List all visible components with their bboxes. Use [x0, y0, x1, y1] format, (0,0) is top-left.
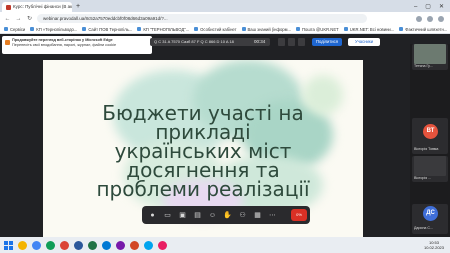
menu-icon[interactable] [438, 15, 444, 22]
profile-icon[interactable] [427, 15, 433, 22]
reactions-icon[interactable]: ☺ [208, 211, 217, 220]
participant-tile[interactable]: ВТ Вікторія Товма [412, 118, 448, 154]
bookmark-item[interactable]: Особистий кабінет [194, 27, 237, 32]
screen-share-icon[interactable]: ▣ [178, 211, 187, 220]
edge-promo-notice[interactable]: Продовжуйте перегляд веб-сторінок у Micr… [2, 36, 152, 54]
bookmark-favicon-icon [295, 27, 300, 31]
word-icon[interactable] [74, 240, 83, 250]
reload-icon[interactable]: ↻ [26, 15, 33, 22]
slide-title: Бюджети участі на прикладі українських м… [96, 101, 310, 201]
site-favicon-icon [6, 4, 11, 10]
layout-icon[interactable] [278, 38, 285, 46]
more-icon[interactable]: ⋯ [268, 211, 277, 220]
fullscreen-icon[interactable] [288, 38, 295, 46]
participant-video [414, 44, 446, 64]
file-explorer-icon[interactable] [18, 240, 27, 250]
screen-share-status: Q C 31 A 7570 Caзб 87 F Q C 866 D 10 A 1… [150, 38, 270, 46]
participant-tile[interactable]: Вікторія ... [412, 156, 448, 182]
bookmark-item[interactable]: UKR.NET: Всі новини... [343, 27, 394, 32]
powerpoint-icon[interactable] [130, 240, 139, 250]
participants-button[interactable]: Учасники [348, 38, 380, 46]
close-window-icon[interactable]: ✕ [439, 2, 444, 12]
app-icon[interactable] [144, 240, 153, 250]
new-tab-button[interactable]: + [72, 2, 84, 12]
microphone-icon[interactable]: ● [148, 211, 157, 220]
clock-date: 10.02.2023 [423, 245, 444, 250]
window-controls: – ▢ ✕ [414, 2, 450, 12]
excel-icon[interactable] [88, 240, 97, 250]
app-icon[interactable] [158, 240, 167, 250]
minimize-icon[interactable]: – [414, 2, 417, 12]
browser-extension-icons [416, 15, 450, 22]
app-icon[interactable] [116, 240, 125, 250]
bookmark-item[interactable]: Фактичний шляхетн... [399, 27, 447, 32]
bookmark-favicon-icon [30, 27, 35, 31]
share-button[interactable]: Поділитися [312, 38, 342, 46]
edge-icon[interactable] [102, 240, 111, 250]
participant-name: Дарина С... [414, 226, 434, 230]
participant-name: Тетяна Гу... [414, 64, 433, 68]
bookmark-item[interactable]: КП «Тернопільводо... [30, 27, 77, 32]
forward-icon[interactable]: → [15, 16, 22, 22]
bookmark-favicon-icon [343, 27, 348, 31]
url-field[interactable]: webinar.pravodall.ua/8c52a7570eddcbf0f08… [37, 14, 367, 23]
bookmark-favicon-icon [399, 27, 404, 31]
start-icon[interactable] [4, 240, 13, 250]
app-icon[interactable] [46, 240, 55, 250]
participant-name: Вікторія Товма [414, 147, 439, 151]
bookmark-item[interactable]: КП "ТЕРНОПІЛЬВОД"... [137, 27, 189, 32]
participant-tile[interactable]: Тетяна Гу... [412, 44, 448, 70]
app-icon[interactable] [60, 240, 69, 250]
leave-call-button[interactable]: 0% [291, 209, 307, 221]
system-clock[interactable]: 10:53 10.02.2023 [424, 240, 450, 250]
bookmark-item[interactable]: Пошта @UKR.NET [295, 27, 339, 32]
back-icon[interactable]: ← [4, 16, 11, 22]
settings-icon[interactable] [298, 38, 305, 46]
edge-icon [5, 40, 10, 45]
tab-title: Курс: Публічні фінанси (В акти [13, 4, 72, 9]
chat-icon[interactable]: ▤ [193, 211, 202, 220]
notice-body: Перенесіть свої вподобання, паролі, журн… [12, 43, 117, 47]
browser-tab[interactable]: Курс: Публічні фінанси (В акти × [2, 2, 72, 12]
meeting-timer: 00:34 [254, 39, 266, 44]
participants-icon[interactable]: ⚇ [238, 211, 247, 220]
apps-grid-icon[interactable]: ▦ [253, 211, 262, 220]
camera-icon[interactable]: ▭ [163, 211, 172, 220]
bookmark-item[interactable]: Ваш знаний (інформ... [241, 27, 291, 32]
maximize-icon[interactable]: ▢ [425, 2, 431, 12]
windows-taskbar: 10:53 10.02.2023 [0, 237, 450, 253]
participant-name: Вікторія ... [414, 176, 432, 180]
bookmark-favicon-icon [194, 27, 199, 31]
bookmark-favicon-icon [137, 27, 142, 31]
bookmarks-bar: Сервіси КП «Тернопільводо... Сайт ПОВ Те… [0, 25, 450, 34]
participants-panel: Тетяна Гу... ВТ Вікторія Товма Вікторія … [410, 44, 450, 237]
webinar-app: Продовжуйте перегляд веб-сторінок у Micr… [0, 34, 450, 240]
avatar: ДС [423, 206, 438, 221]
extension-icon[interactable] [416, 15, 422, 22]
apps-icon [4, 27, 8, 31]
meeting-toolbar: ● ▭ ▣ ▤ ☺ ✋ ⚇ ▦ ⋯ 0% [142, 206, 310, 224]
raise-hand-icon[interactable]: ✋ [223, 211, 232, 220]
participant-video [414, 156, 446, 176]
avatar: ВТ [423, 124, 438, 139]
bookmark-favicon-icon [82, 27, 87, 31]
address-bar-row: ← → ↻ webinar.pravodall.ua/8c52a7570eddc… [0, 12, 450, 25]
bookmark-item[interactable]: Сайт ПОВ Тернопіль... [82, 27, 132, 32]
participant-tile[interactable]: ДС Дарина С... [412, 204, 448, 234]
bookmark-favicon-icon [241, 27, 246, 31]
browser-tab-strip: Курс: Публічні фінанси (В акти × + – ▢ ✕ [0, 0, 450, 12]
bookmark-item[interactable]: Сервіси [4, 27, 25, 32]
chrome-icon[interactable] [32, 240, 41, 250]
